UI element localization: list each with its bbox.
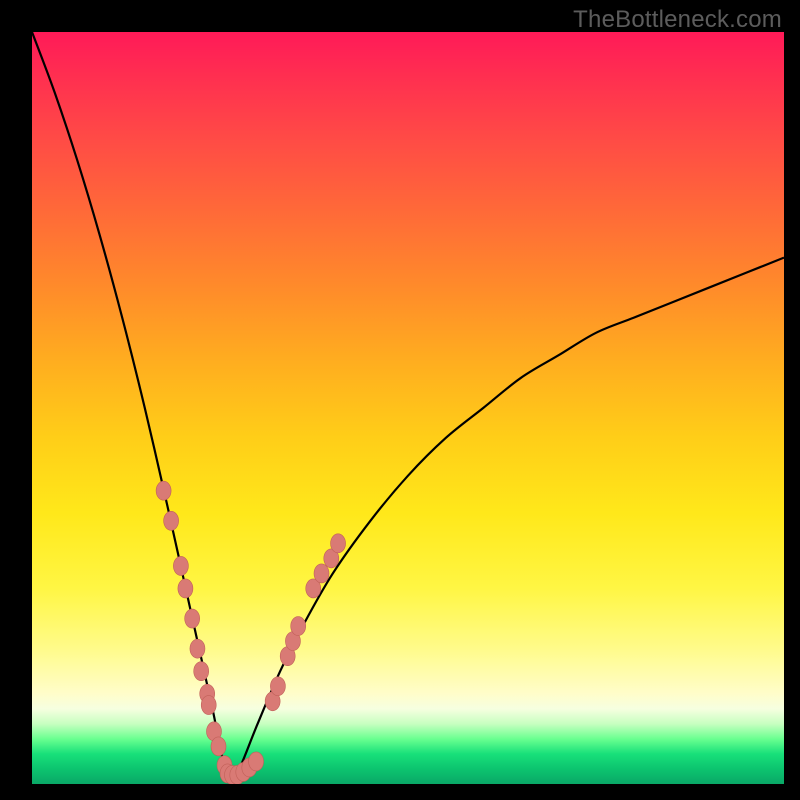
plot-area [32,32,784,784]
marker-dot [211,737,226,756]
marker-dot [270,677,285,696]
chart-frame: TheBottleneck.com [0,0,800,800]
marker-dot [178,579,193,598]
marker-dot [194,662,209,681]
marker-dot [249,752,264,771]
marker-dot [185,609,200,628]
bottleneck-curve [32,32,784,779]
marker-dot [331,534,346,553]
chart-overlay [32,32,784,784]
marker-dot [291,617,306,636]
watermark-text: TheBottleneck.com [573,6,782,34]
marker-dot [314,564,329,583]
marker-dot [164,511,179,530]
marker-dot [190,639,205,658]
marker-dot [156,481,171,500]
marker-dot [173,556,188,575]
marker-dot [201,696,216,715]
